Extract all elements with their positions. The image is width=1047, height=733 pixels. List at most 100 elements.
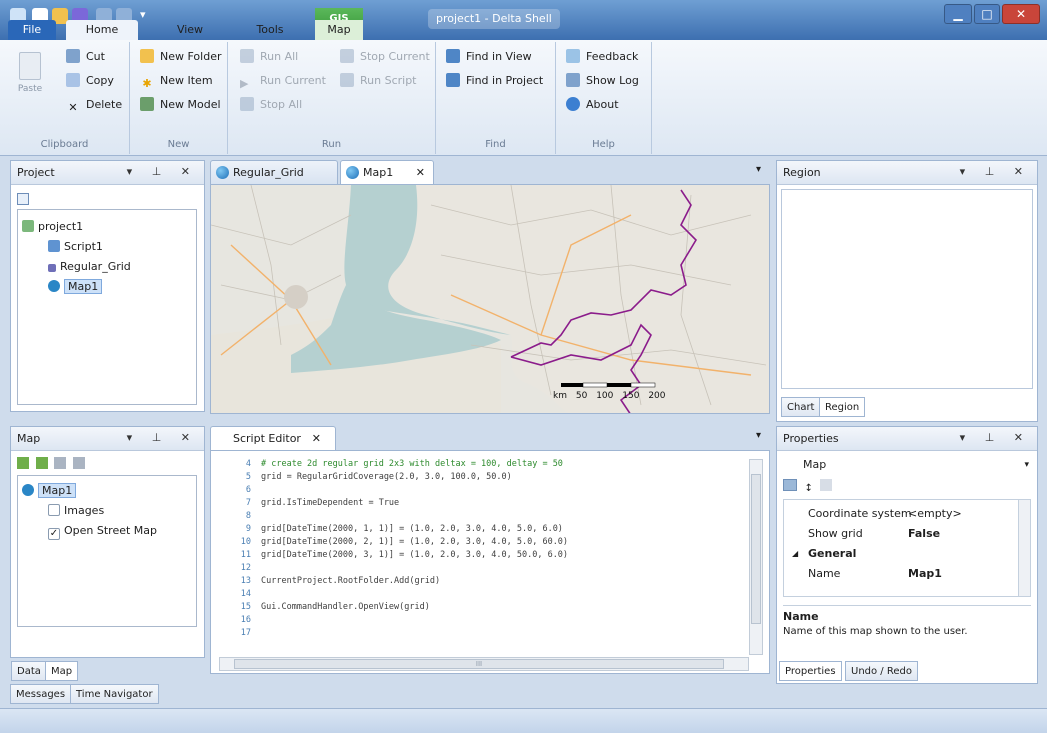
- tab-map[interactable]: Map: [315, 20, 363, 40]
- layer-properties-icon[interactable]: [72, 457, 85, 469]
- delete-button[interactable]: ✕ Delete: [66, 94, 122, 116]
- property-category[interactable]: ◢ General: [784, 544, 1030, 564]
- collapse-icon[interactable]: ◢: [792, 544, 798, 564]
- panel-controls[interactable]: ▾ ⊥ ✕: [960, 431, 1031, 444]
- run-group-label: Run: [321, 139, 342, 150]
- clipboard-group: Paste Cut Copy ✕ Delete Clipboard: [0, 42, 130, 154]
- tab-tools[interactable]: Tools: [240, 20, 300, 40]
- about-button[interactable]: About: [566, 94, 619, 116]
- map-canvas[interactable]: [211, 185, 770, 414]
- script-icon: [340, 73, 354, 87]
- add-layer-icon[interactable]: [17, 457, 29, 469]
- new-item-button[interactable]: ✱ New Item: [140, 70, 212, 92]
- star-icon: ✱: [142, 77, 152, 90]
- scroll-thumb[interactable]: III: [234, 659, 724, 669]
- layer-images[interactable]: Images: [48, 502, 104, 520]
- find-in-project-button[interactable]: Find in Project: [446, 70, 543, 92]
- script-editor[interactable]: 4 # create 2d regular grid 2x3 with delt…: [210, 450, 770, 674]
- delete-icon: ✕: [68, 101, 78, 114]
- tab-home[interactable]: Home: [66, 20, 138, 40]
- close-tab-icon[interactable]: ✕: [312, 427, 321, 451]
- clipboard-group-label: Clipboard: [40, 139, 89, 150]
- run-all-button[interactable]: Run All: [240, 46, 298, 68]
- tab-region[interactable]: Region: [819, 397, 866, 417]
- tab-undo-redo[interactable]: Undo / Redo: [845, 661, 918, 681]
- vertical-scrollbar[interactable]: [1018, 500, 1030, 596]
- tab-view[interactable]: View: [160, 20, 220, 40]
- find-in-view-button[interactable]: Find in View: [446, 46, 532, 68]
- remove-layer-icon[interactable]: [54, 457, 66, 469]
- project-panel: Project ▾ ⊥ ✕ project1 Script1 Regular_G…: [10, 160, 205, 412]
- map-view[interactable]: km 50 100 150 200: [210, 184, 770, 414]
- cut-button[interactable]: Cut: [66, 46, 105, 68]
- code-line: grid[DateTime(2000, 2, 1)] = (1.0, 2.0, …: [261, 537, 569, 547]
- collapse-all-icon[interactable]: [17, 193, 29, 205]
- property-row[interactable]: Show grid False: [784, 524, 1030, 544]
- property-pages-icon[interactable]: [820, 479, 833, 491]
- stop-all-icon: [240, 97, 254, 111]
- play-icon: ▶: [240, 77, 249, 90]
- vertical-scrollbar[interactable]: [749, 459, 763, 655]
- run-current-button[interactable]: ▶ Run Current: [240, 70, 326, 92]
- tab-list-dropdown-icon[interactable]: ▾: [756, 164, 761, 175]
- categorized-icon[interactable]: [783, 479, 797, 491]
- status-bar: [0, 708, 1047, 733]
- tree-node-map1[interactable]: Map1: [48, 278, 103, 296]
- code-area[interactable]: 4 # create 2d regular grid 2x3 with delt…: [227, 459, 747, 659]
- checkbox-checked-icon[interactable]: ✓: [48, 528, 60, 540]
- tab-properties[interactable]: Properties: [779, 661, 842, 681]
- tree-node-project1[interactable]: project1: [22, 218, 83, 236]
- tab-list-dropdown-icon[interactable]: ▾: [756, 430, 761, 441]
- add-wms-layer-icon[interactable]: [35, 457, 48, 469]
- scale-unit: km: [553, 391, 567, 401]
- horizontal-scrollbar[interactable]: III: [219, 657, 749, 671]
- model-icon: [140, 97, 154, 111]
- tree-node-map1[interactable]: Map1: [22, 482, 77, 500]
- folder-icon: [140, 49, 154, 63]
- panel-controls[interactable]: ▾ ⊥ ✕: [127, 165, 198, 178]
- line-number: 5: [245, 472, 251, 482]
- layer-open-street-map[interactable]: ✓ Open Street Map: [48, 522, 157, 540]
- stop-all-button[interactable]: Stop All: [240, 94, 302, 116]
- tab-data[interactable]: Data: [11, 661, 47, 681]
- panel-controls[interactable]: ▾ ⊥ ✕: [960, 165, 1031, 178]
- show-log-button[interactable]: Show Log: [566, 70, 639, 92]
- property-row[interactable]: Name Map1: [784, 564, 1030, 584]
- tree-node-regular-grid[interactable]: Regular_Grid: [48, 258, 131, 276]
- scroll-thumb[interactable]: [751, 474, 761, 624]
- line-number: 8: [245, 511, 251, 521]
- tab-map-panel[interactable]: Map: [45, 661, 79, 681]
- run-script-button[interactable]: Run Script: [340, 70, 417, 92]
- tab-regular-grid[interactable]: Regular_Grid: [210, 160, 338, 184]
- tab-chart[interactable]: Chart: [781, 397, 821, 417]
- new-folder-button[interactable]: New Folder: [140, 46, 221, 68]
- map-layers-tree: Map1 Images ✓ Open Street Map: [17, 475, 197, 627]
- paste-button[interactable]: Paste: [12, 52, 48, 112]
- log-icon: [566, 73, 580, 87]
- checkbox-unchecked-icon[interactable]: [48, 504, 60, 516]
- paste-icon: [19, 52, 41, 80]
- tab-map1[interactable]: Map1 ✕: [340, 160, 434, 184]
- quick-access-dropdown-icon[interactable]: ▾: [140, 8, 150, 24]
- close-button[interactable]: ✕: [1002, 4, 1040, 24]
- object-selector[interactable]: Map ▾: [783, 455, 1031, 475]
- close-tab-icon[interactable]: ✕: [416, 161, 425, 185]
- tab-messages[interactable]: Messages: [10, 684, 72, 704]
- globe-icon: [48, 280, 60, 292]
- help-group: Feedback Show Log About Help: [556, 42, 652, 154]
- tree-node-script1[interactable]: Script1: [48, 238, 103, 256]
- code-line: grid[DateTime(2000, 1, 1)] = (1.0, 2.0, …: [261, 524, 563, 534]
- maximize-button[interactable]: □: [974, 4, 1000, 24]
- minimize-button[interactable]: ▁: [944, 4, 972, 24]
- property-row[interactable]: Coordinate system <empty>: [784, 504, 1030, 524]
- find-group-label: Find: [485, 139, 506, 150]
- sort-alpha-icon[interactable]: ↕: [805, 483, 813, 494]
- panel-controls[interactable]: ▾ ⊥ ✕: [127, 431, 198, 444]
- copy-button[interactable]: Copy: [66, 70, 114, 92]
- tab-file[interactable]: File: [8, 20, 56, 40]
- new-model-button[interactable]: New Model: [140, 94, 221, 116]
- tab-time-navigator[interactable]: Time Navigator: [70, 684, 159, 704]
- feedback-button[interactable]: Feedback: [566, 46, 638, 68]
- tab-script-editor[interactable]: Script Editor ✕: [210, 426, 336, 450]
- stop-current-button[interactable]: Stop Current: [340, 46, 430, 68]
